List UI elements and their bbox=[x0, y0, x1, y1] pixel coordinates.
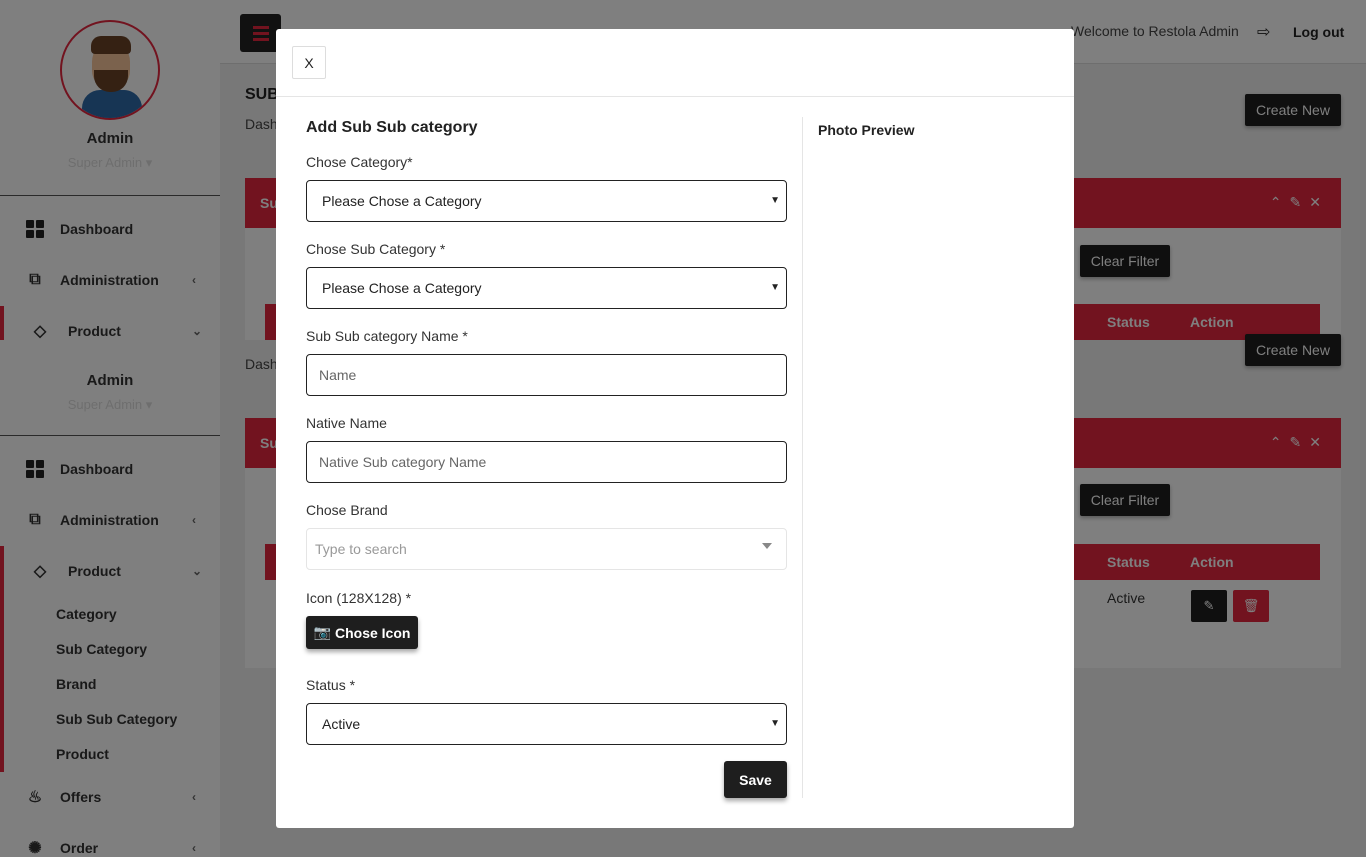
chevron-down-icon: ▼ bbox=[770, 282, 780, 293]
category-select[interactable]: Please Chose a Category ▼ bbox=[306, 180, 787, 222]
native-name-label: Native Name bbox=[306, 415, 387, 431]
save-button[interactable]: Save bbox=[724, 761, 787, 798]
chose-icon-button[interactable]: 📷 Chose Icon bbox=[306, 616, 418, 649]
name-input[interactable] bbox=[306, 354, 787, 396]
column-divider bbox=[802, 117, 803, 798]
close-button[interactable]: X bbox=[292, 46, 326, 79]
subcategory-label: Chose Sub Category * bbox=[306, 241, 446, 257]
photo-preview-title: Photo Preview bbox=[818, 122, 915, 138]
chevron-down-icon: ▼ bbox=[770, 718, 780, 729]
name-label: Sub Sub category Name * bbox=[306, 328, 468, 344]
subcategory-select[interactable]: Please Chose a Category ▼ bbox=[306, 267, 787, 309]
category-label: Chose Category* bbox=[306, 154, 413, 170]
dropdown-arrow-icon bbox=[762, 543, 772, 549]
modal-header: X bbox=[276, 29, 1074, 97]
icon-label: Icon (128X128) * bbox=[306, 590, 412, 606]
brand-search-select[interactable]: Type to search bbox=[306, 528, 787, 570]
chevron-down-icon: ▼ bbox=[770, 195, 780, 206]
form-title: Add Sub Sub category bbox=[306, 119, 478, 136]
camera-icon: 📷 bbox=[313, 624, 331, 640]
brand-label: Chose Brand bbox=[306, 502, 388, 518]
native-name-input[interactable] bbox=[306, 441, 787, 483]
status-select[interactable]: Active ▼ bbox=[306, 703, 787, 745]
add-sub-sub-category-modal: X Add Sub Sub category Chose Category* P… bbox=[276, 29, 1074, 828]
status-label: Status * bbox=[306, 677, 356, 693]
